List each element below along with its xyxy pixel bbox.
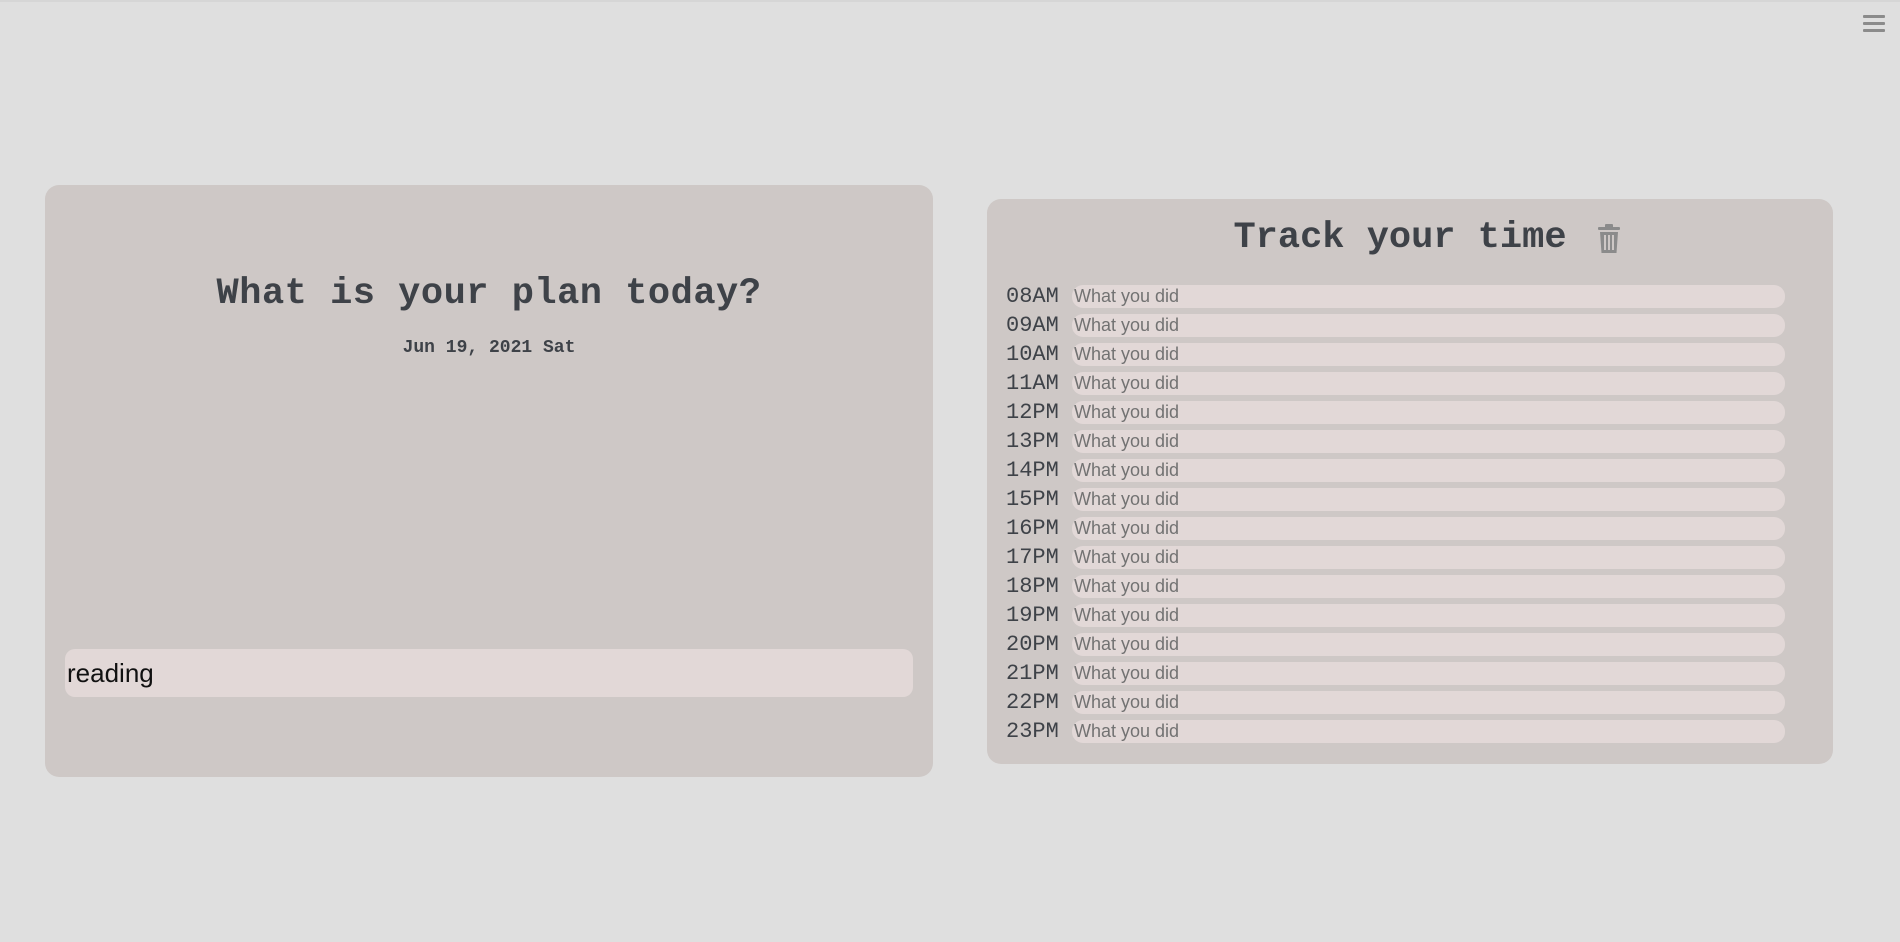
plan-card: What is your plan today? Jun 19, 2021 Sa…	[45, 185, 933, 777]
hour-label: 21PM	[1006, 661, 1059, 686]
plan-input[interactable]	[65, 649, 913, 697]
hour-label: 10AM	[1006, 342, 1059, 367]
hour-label: 09AM	[1006, 313, 1059, 338]
time-row: 19PM	[1006, 601, 1806, 630]
hour-input[interactable]	[1072, 604, 1785, 627]
hour-input[interactable]	[1072, 633, 1785, 656]
hour-input[interactable]	[1072, 691, 1785, 714]
hour-input[interactable]	[1072, 662, 1785, 685]
hour-label: 18PM	[1006, 574, 1059, 599]
hour-label: 20PM	[1006, 632, 1059, 657]
hour-label: 16PM	[1006, 516, 1059, 541]
hour-label: 19PM	[1006, 603, 1059, 628]
track-card: Track your time 08AM 09AM 10AM 11AM 12	[987, 199, 1833, 764]
hour-input[interactable]	[1072, 517, 1785, 540]
time-row: 21PM	[1006, 659, 1806, 688]
plan-title: What is your plan today?	[216, 273, 762, 315]
hour-label: 11AM	[1006, 371, 1059, 396]
hour-input[interactable]	[1072, 459, 1785, 482]
time-rows: 08AM 09AM 10AM 11AM 12PM 13PM 14PM 15PM	[1006, 282, 1806, 746]
hour-input[interactable]	[1072, 285, 1785, 308]
hour-label: 15PM	[1006, 487, 1059, 512]
hour-input[interactable]	[1072, 401, 1785, 424]
top-border	[0, 0, 1900, 2]
time-row: 16PM	[1006, 514, 1806, 543]
hour-input[interactable]	[1072, 575, 1785, 598]
hour-label: 17PM	[1006, 545, 1059, 570]
trash-icon[interactable]	[1597, 224, 1621, 254]
hour-input[interactable]	[1072, 314, 1785, 337]
time-row: 10AM	[1006, 340, 1806, 369]
hour-input[interactable]	[1072, 430, 1785, 453]
time-row: 14PM	[1006, 456, 1806, 485]
time-row: 09AM	[1006, 311, 1806, 340]
time-row: 20PM	[1006, 630, 1806, 659]
hour-input[interactable]	[1072, 372, 1785, 395]
time-row: 11AM	[1006, 369, 1806, 398]
hour-input[interactable]	[1072, 343, 1785, 366]
hour-label: 08AM	[1006, 284, 1059, 309]
time-row: 23PM	[1006, 717, 1806, 746]
hamburger-menu-icon	[1863, 15, 1885, 32]
hour-input[interactable]	[1072, 720, 1785, 743]
plan-date: Jun 19, 2021 Sat	[402, 338, 576, 358]
hour-label: 13PM	[1006, 429, 1059, 454]
track-title: Track your time	[1233, 217, 1567, 259]
hour-label: 22PM	[1006, 690, 1059, 715]
time-row: 12PM	[1006, 398, 1806, 427]
menu-button[interactable]	[1863, 15, 1885, 37]
time-row: 13PM	[1006, 427, 1806, 456]
time-row: 17PM	[1006, 543, 1806, 572]
time-row: 22PM	[1006, 688, 1806, 717]
track-header: Track your time	[987, 215, 1833, 261]
hour-label: 14PM	[1006, 458, 1059, 483]
time-row: 15PM	[1006, 485, 1806, 514]
time-row: 08AM	[1006, 282, 1806, 311]
hour-label: 23PM	[1006, 719, 1059, 744]
hour-input[interactable]	[1072, 546, 1785, 569]
hour-label: 12PM	[1006, 400, 1059, 425]
hour-input[interactable]	[1072, 488, 1785, 511]
time-row: 18PM	[1006, 572, 1806, 601]
